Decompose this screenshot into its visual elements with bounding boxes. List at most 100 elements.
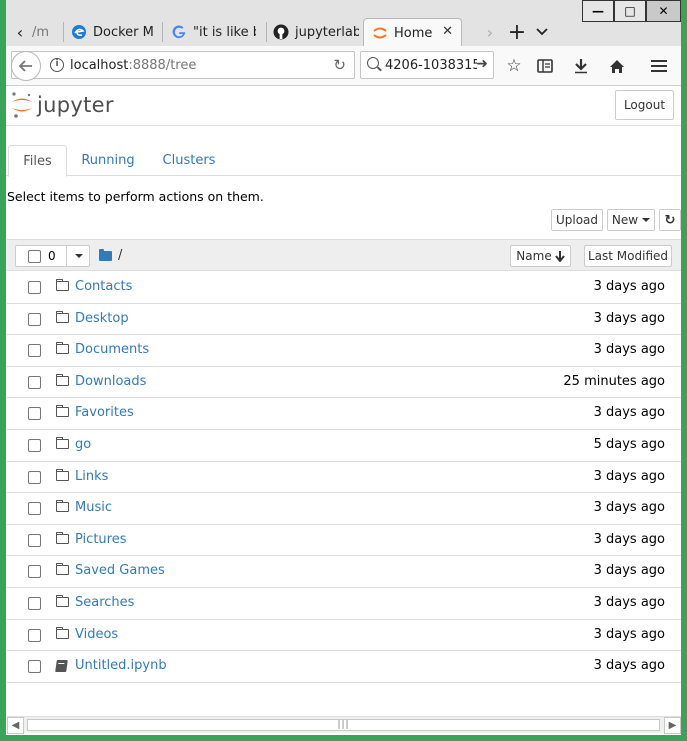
sort-by-modified-button[interactable]: Last Modified	[584, 245, 672, 267]
tab-home[interactable]: Home ✕	[363, 18, 462, 47]
tab-github[interactable]: jupyterlab	[273, 18, 359, 46]
file-name-link[interactable]: Untitled.ipynb	[75, 658, 167, 673]
file-modified: 3 days ago	[593, 310, 665, 326]
row-checkbox[interactable]	[28, 533, 41, 547]
maximize-button[interactable]: □	[614, 0, 646, 22]
info-icon[interactable]: i	[50, 58, 64, 72]
row-checkbox[interactable]	[28, 281, 41, 294]
tab-files[interactable]: Files	[8, 145, 67, 177]
file-modified: 3 days ago	[593, 279, 665, 294]
tab-clusters[interactable]: Clusters	[154, 145, 224, 176]
table-row[interactable]: Downloads 25 minutes ago	[7, 367, 681, 399]
jupyter-logo[interactable]: jupyter	[11, 91, 114, 119]
jupyter-icon	[372, 25, 388, 41]
breadcrumb-root: /	[118, 248, 123, 263]
breadcrumb[interactable]: /	[99, 248, 122, 263]
row-checkbox[interactable]	[28, 407, 41, 421]
tab-label: /m	[32, 24, 50, 40]
tabs-scroll-left-button[interactable]: ‹	[10, 18, 30, 46]
new-tab-button[interactable]: +	[506, 18, 528, 46]
refresh-button[interactable]: ↻	[659, 209, 681, 231]
folder-icon	[56, 342, 69, 355]
menu-icon[interactable]	[647, 54, 671, 78]
file-name-link[interactable]: Saved Games	[75, 563, 165, 578]
tab-running[interactable]: Running	[72, 145, 144, 176]
folder-icon	[56, 500, 69, 513]
table-row[interactable]: Desktop 3 days ago	[7, 304, 681, 336]
file-name-link[interactable]: Videos	[75, 627, 118, 642]
tabs-scroll-right-button[interactable]: ›	[482, 18, 498, 46]
table-row[interactable]: Videos 3 days ago	[7, 620, 681, 652]
scroll-left-arrow[interactable]: ◀	[7, 717, 24, 734]
folder-icon	[56, 626, 69, 639]
tab-docker[interactable]: Docker Ma	[71, 18, 154, 46]
list-tabs-button[interactable]	[532, 18, 552, 46]
row-checkbox[interactable]	[28, 628, 41, 642]
table-row[interactable]: Untitled.ipynb 3 days ago	[7, 651, 681, 683]
table-row[interactable]: Contacts 3 days ago	[7, 272, 681, 304]
row-checkbox[interactable]	[28, 565, 41, 579]
reload-icon[interactable]: ↻	[333, 56, 346, 74]
url-bar[interactable]: i localhost:8888/tree ↻	[11, 51, 355, 81]
select-all-checkbox[interactable]	[28, 250, 41, 263]
file-name-link[interactable]: Music	[75, 500, 112, 515]
row-checkbox[interactable]	[28, 312, 41, 326]
table-row[interactable]: Pictures 3 days ago	[7, 525, 681, 557]
home-icon[interactable]	[605, 54, 629, 78]
file-name-link[interactable]: Pictures	[75, 532, 126, 547]
file-modified: 5 days ago	[593, 436, 665, 452]
table-row[interactable]: Searches 3 days ago	[7, 588, 681, 620]
search-text: 4206-10383154	[385, 58, 477, 73]
close-window-button[interactable]: ✕	[646, 0, 681, 22]
horizontal-scrollbar[interactable]: ◀ ||| ▶	[7, 716, 681, 734]
table-row[interactable]: Documents 3 days ago	[7, 335, 681, 367]
file-name-link[interactable]: Searches	[75, 595, 134, 610]
scroll-right-arrow[interactable]: ▶	[664, 717, 681, 734]
google-icon	[171, 24, 187, 40]
jupyter-logo-icon	[12, 92, 32, 118]
file-modified: 3 days ago	[593, 500, 665, 516]
row-checkbox[interactable]	[28, 596, 41, 610]
new-button[interactable]: New	[607, 209, 655, 231]
select-all-control[interactable]: 0	[15, 245, 90, 267]
file-name-link[interactable]: Favorites	[75, 405, 134, 420]
file-name-link[interactable]: Downloads	[75, 374, 146, 389]
minimize-button[interactable]: —	[582, 0, 614, 22]
table-row[interactable]: Links 3 days ago	[7, 462, 681, 494]
bookmark-star-icon[interactable]: ☆	[502, 54, 526, 78]
row-checkbox[interactable]	[28, 660, 41, 674]
row-checkbox[interactable]	[28, 470, 41, 484]
nav-bar: i localhost:8888/tree ↻ 4206-10383154 ➜ …	[6, 46, 681, 86]
scrollbar-thumb[interactable]: |||	[27, 719, 660, 731]
tab-0[interactable]: /m	[32, 18, 62, 46]
download-icon[interactable]	[569, 54, 593, 78]
sort-by-name-button[interactable]: Name	[510, 245, 571, 267]
tab-label: Docker Ma	[93, 24, 154, 40]
row-checkbox[interactable]	[28, 375, 41, 389]
row-checkbox[interactable]	[28, 344, 41, 358]
search-input[interactable]: 4206-10383154 ➜	[360, 51, 494, 79]
upload-button[interactable]: Upload	[551, 209, 603, 231]
row-checkbox[interactable]	[28, 502, 41, 516]
row-checkbox[interactable]	[28, 438, 41, 452]
file-name-link[interactable]: Desktop	[75, 311, 129, 326]
file-modified: 3 days ago	[593, 531, 665, 547]
file-modified: 3 days ago	[593, 468, 665, 484]
edge-icon	[71, 24, 87, 40]
file-name-link[interactable]: Links	[75, 469, 108, 484]
back-button[interactable]	[11, 51, 41, 81]
select-dropdown-button[interactable]	[66, 246, 90, 266]
file-name-link[interactable]: Contacts	[75, 279, 132, 294]
close-tab-icon[interactable]: ✕	[442, 24, 453, 39]
table-row[interactable]: Favorites 3 days ago	[7, 398, 681, 430]
search-go-icon[interactable]: ➜	[476, 56, 488, 72]
file-name-link[interactable]: Documents	[75, 342, 149, 357]
reading-list-icon[interactable]	[533, 54, 557, 78]
table-row[interactable]: Music 3 days ago	[7, 493, 681, 525]
tab-google[interactable]: "it is like b	[171, 18, 256, 46]
table-row[interactable]: Saved Games 3 days ago	[7, 556, 681, 588]
file-name-link[interactable]: go	[75, 437, 91, 452]
table-row[interactable]: go 5 days ago	[7, 430, 681, 462]
file-modified: 3 days ago	[593, 405, 665, 421]
logout-button[interactable]: Logout	[615, 90, 674, 120]
